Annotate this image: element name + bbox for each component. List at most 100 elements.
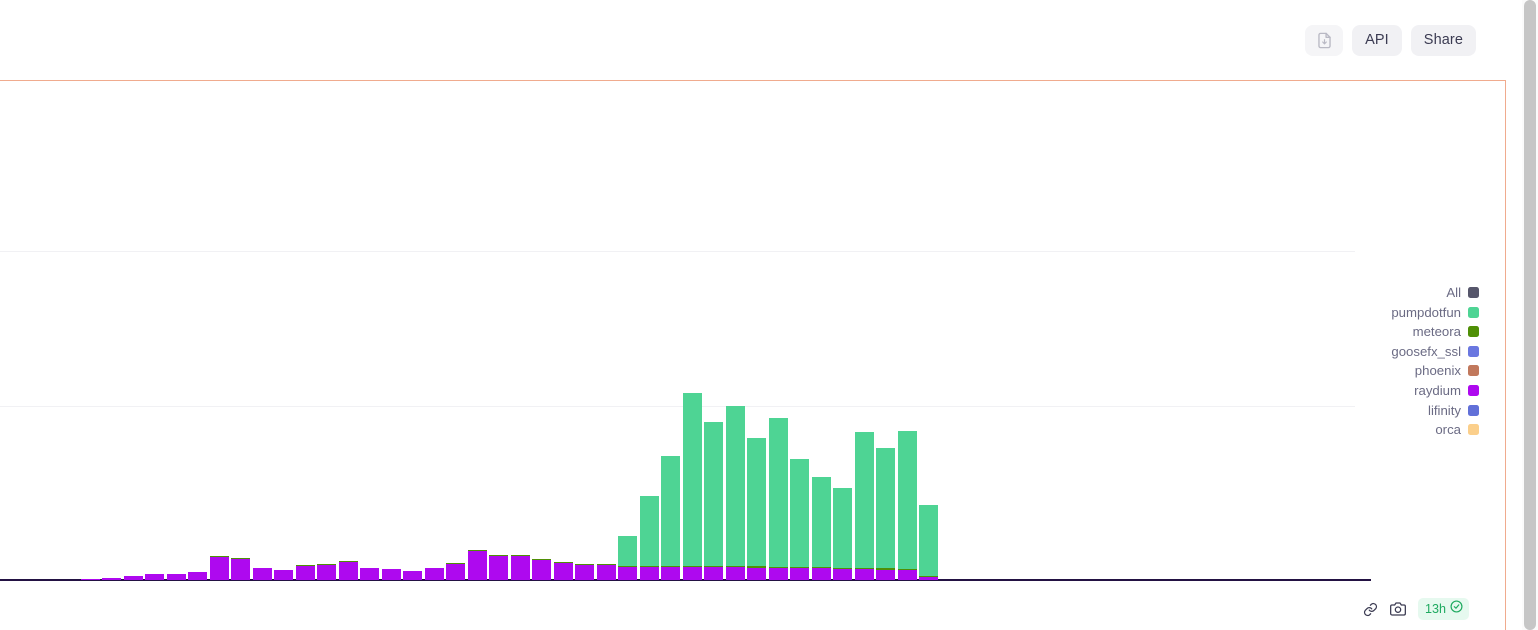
legend-item-pumpdotfun[interactable]: pumpdotfun — [1391, 305, 1479, 320]
csv-download-button[interactable] — [1305, 24, 1344, 56]
bar-group[interactable] — [317, 563, 336, 580]
legend-item-phoenix[interactable]: phoenix — [1415, 363, 1479, 378]
bar-group[interactable] — [897, 431, 917, 580]
bar-group[interactable] — [575, 563, 594, 580]
bar-group[interactable] — [725, 406, 745, 580]
legend-color-swatch — [1468, 287, 1479, 298]
bar-segment — [661, 455, 680, 566]
bar-group[interactable] — [747, 437, 766, 580]
bar-segment — [790, 459, 809, 567]
bar-group[interactable] — [661, 455, 680, 580]
legend-item-label: pumpdotfun — [1391, 304, 1461, 320]
bar-segment — [639, 566, 659, 580]
bar-segment — [854, 432, 874, 568]
bar-segment — [811, 568, 831, 580]
camera-icon[interactable] — [1390, 601, 1407, 618]
legend-item-label: raydium — [1414, 382, 1461, 398]
bar-segment — [876, 447, 895, 568]
share-button[interactable]: Share — [1410, 24, 1476, 56]
legend-color-swatch — [1468, 404, 1479, 416]
bar-group[interactable] — [639, 496, 659, 580]
bar-segment — [295, 566, 315, 580]
bar-group[interactable] — [252, 568, 272, 580]
chart-container: 2023Oct 2023Oct 2023Nov 2023Dec 2023Dec … — [0, 80, 1506, 630]
bar-group[interactable] — [295, 565, 315, 580]
bar-group[interactable] — [209, 555, 229, 580]
bar-group[interactable] — [833, 487, 852, 580]
bar-group[interactable] — [381, 568, 401, 580]
bar-segment — [876, 569, 895, 580]
csv-download-icon — [1315, 31, 1334, 50]
legend-item-meteora[interactable]: meteora — [1413, 324, 1479, 339]
bar-group[interactable] — [274, 569, 293, 580]
legend-color-swatch — [1468, 365, 1479, 377]
bar-group[interactable] — [145, 574, 164, 580]
bar-segment — [510, 555, 530, 580]
bar-group[interactable] — [768, 418, 788, 580]
bar-group[interactable] — [338, 560, 358, 580]
link-icon[interactable] — [1362, 601, 1379, 618]
bar-segment — [790, 568, 809, 580]
bar-segment — [919, 577, 938, 580]
bar-segment — [725, 567, 745, 580]
bar-segment — [919, 504, 938, 577]
bar-group[interactable] — [166, 574, 186, 580]
bar-segment — [618, 566, 637, 580]
legend-item-goosefx-ssl[interactable]: goosefx_ssl — [1391, 344, 1479, 359]
bar-group[interactable] — [231, 557, 250, 580]
bar-group[interactable] — [790, 459, 809, 580]
legend-color-swatch — [1468, 424, 1479, 436]
bar-group[interactable] — [80, 579, 100, 580]
bar-segment — [747, 567, 766, 580]
bar-group[interactable] — [553, 562, 573, 580]
legend-item-orca[interactable]: orca — [1435, 422, 1479, 437]
bar-segment — [833, 569, 852, 580]
bar-segment — [575, 564, 594, 580]
bar-segment — [553, 563, 573, 580]
freshness-label: 13h — [1424, 602, 1446, 616]
bar-group[interactable] — [102, 577, 121, 580]
bar-group[interactable] — [596, 563, 616, 580]
bar-group[interactable] — [854, 432, 874, 580]
bar-segment — [661, 566, 680, 580]
bar-group[interactable] — [532, 559, 551, 580]
legend-item-lifinity[interactable]: lifinity — [1428, 403, 1479, 418]
chart-toolbar: API Share — [0, 0, 1506, 80]
bar-group[interactable] — [510, 554, 530, 580]
legend-color-swatch — [1468, 384, 1479, 396]
legend-color-swatch — [1468, 345, 1479, 357]
bar-segment — [897, 431, 917, 569]
bar-group[interactable] — [682, 392, 702, 580]
bar-segment — [618, 535, 637, 566]
bar-segment — [682, 392, 702, 566]
bar-segment — [80, 579, 100, 580]
bar-segment — [317, 564, 336, 580]
legend-item-all[interactable]: All — [1446, 285, 1479, 300]
bar-group[interactable] — [403, 570, 422, 580]
bar-group[interactable] — [467, 549, 487, 580]
bar-group[interactable] — [188, 571, 207, 580]
bar-group[interactable] — [489, 555, 508, 580]
bar-segment — [231, 558, 250, 580]
bar-group[interactable] — [446, 563, 465, 580]
bar-segment — [102, 577, 121, 580]
bar-group[interactable] — [704, 422, 723, 580]
bar-group[interactable] — [811, 476, 831, 580]
scrollbar-thumb[interactable] — [1524, 0, 1536, 630]
bar-segment — [360, 568, 379, 580]
bar-segment — [704, 422, 723, 566]
legend-item-label: lifinity — [1428, 402, 1461, 418]
bar-group[interactable] — [424, 568, 444, 580]
bar-group[interactable] — [876, 447, 895, 580]
page-scrollbar[interactable] — [1522, 0, 1538, 630]
bar-group[interactable] — [360, 568, 379, 580]
bar-group[interactable] — [618, 535, 637, 580]
bar-group[interactable] — [123, 576, 143, 580]
legend-item-raydium[interactable]: raydium — [1414, 383, 1479, 398]
bar-group[interactable] — [919, 504, 938, 580]
api-button[interactable]: API — [1352, 24, 1402, 56]
bar-segment — [145, 574, 164, 580]
bar-segment — [768, 568, 788, 580]
freshness-badge[interactable]: 13h — [1417, 598, 1469, 620]
bar-segment — [166, 574, 186, 580]
